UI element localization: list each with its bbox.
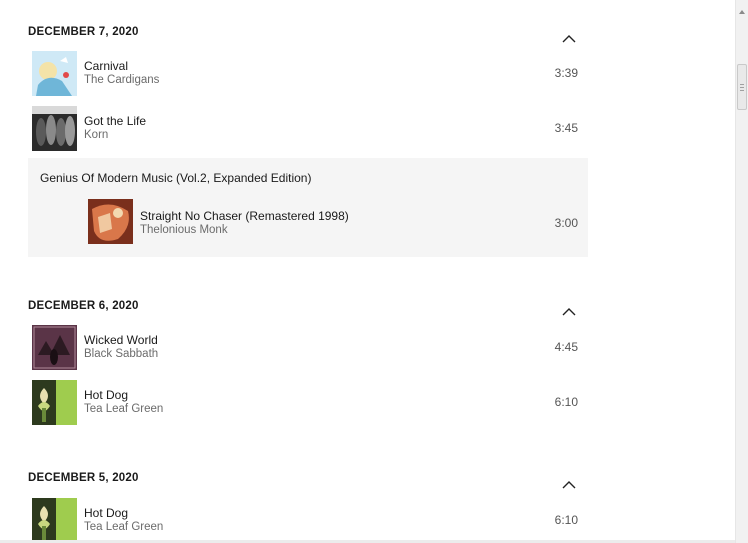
track-row[interactable]: Got the Life Korn 3:45 [28, 104, 588, 154]
collapse-section-button[interactable] [560, 477, 578, 491]
album-art [32, 325, 77, 370]
date-header: DECEMBER 7, 2020 [28, 26, 139, 38]
track-duration: 4:45 [554, 340, 578, 354]
chevron-up-icon [562, 480, 576, 488]
track-title: Hot Dog [84, 506, 129, 520]
chevron-up-icon [562, 34, 576, 42]
vertical-scrollbar[interactable] [735, 0, 748, 543]
track-title: Carnival [84, 59, 129, 73]
track-duration: 6:10 [554, 395, 578, 409]
track-artist: The Cardigans [84, 74, 160, 86]
track-duration: 3:45 [554, 121, 578, 135]
scroll-thumb[interactable] [737, 64, 747, 110]
track-artist: Black Sabbath [84, 348, 159, 360]
album-title: Genius Of Modern Music (Vol.2, Expanded … [40, 171, 312, 185]
track-artist: Tea Leaf Green [84, 521, 164, 533]
collapse-section-button[interactable] [560, 31, 578, 45]
track-title: Wicked World [84, 333, 158, 347]
track-row[interactable]: Carnival The Cardigans 3:39 [28, 49, 588, 99]
album-art [32, 51, 77, 96]
album-art [32, 106, 77, 151]
date-header: DECEMBER 5, 2020 [28, 472, 139, 484]
collapse-section-button[interactable] [560, 304, 578, 318]
chevron-up-icon [562, 307, 576, 315]
track-title: Hot Dog [84, 388, 129, 402]
album-art [32, 380, 77, 425]
track-row[interactable]: Hot Dog Tea Leaf Green 6:10 [28, 378, 588, 428]
album-art [88, 199, 133, 244]
date-header: DECEMBER 6, 2020 [28, 300, 139, 312]
track-artist: Thelonious Monk [140, 224, 228, 236]
listening-history: DECEMBER 7, 2020 Carnival The Cardigans … [0, 0, 735, 543]
track-artist: Korn [84, 129, 109, 141]
track-duration: 6:10 [554, 513, 578, 527]
track-duration: 3:00 [554, 216, 578, 230]
track-title: Got the Life [84, 114, 147, 128]
album-art [32, 498, 77, 543]
track-row[interactable]: Wicked World Black Sabbath 4:45 [28, 323, 588, 373]
track-duration: 3:39 [554, 66, 578, 80]
album-group: Genius Of Modern Music (Vol.2, Expanded … [28, 158, 588, 257]
scroll-up-arrow-icon [739, 10, 745, 14]
track-row[interactable]: Hot Dog Tea Leaf Green 6:10 [28, 496, 588, 543]
scroll-up-button[interactable] [738, 3, 746, 14]
track-row[interactable]: Straight No Chaser (Remastered 1998) The… [84, 196, 588, 246]
track-title: Straight No Chaser (Remastered 1998) [140, 209, 349, 223]
track-artist: Tea Leaf Green [84, 403, 164, 415]
